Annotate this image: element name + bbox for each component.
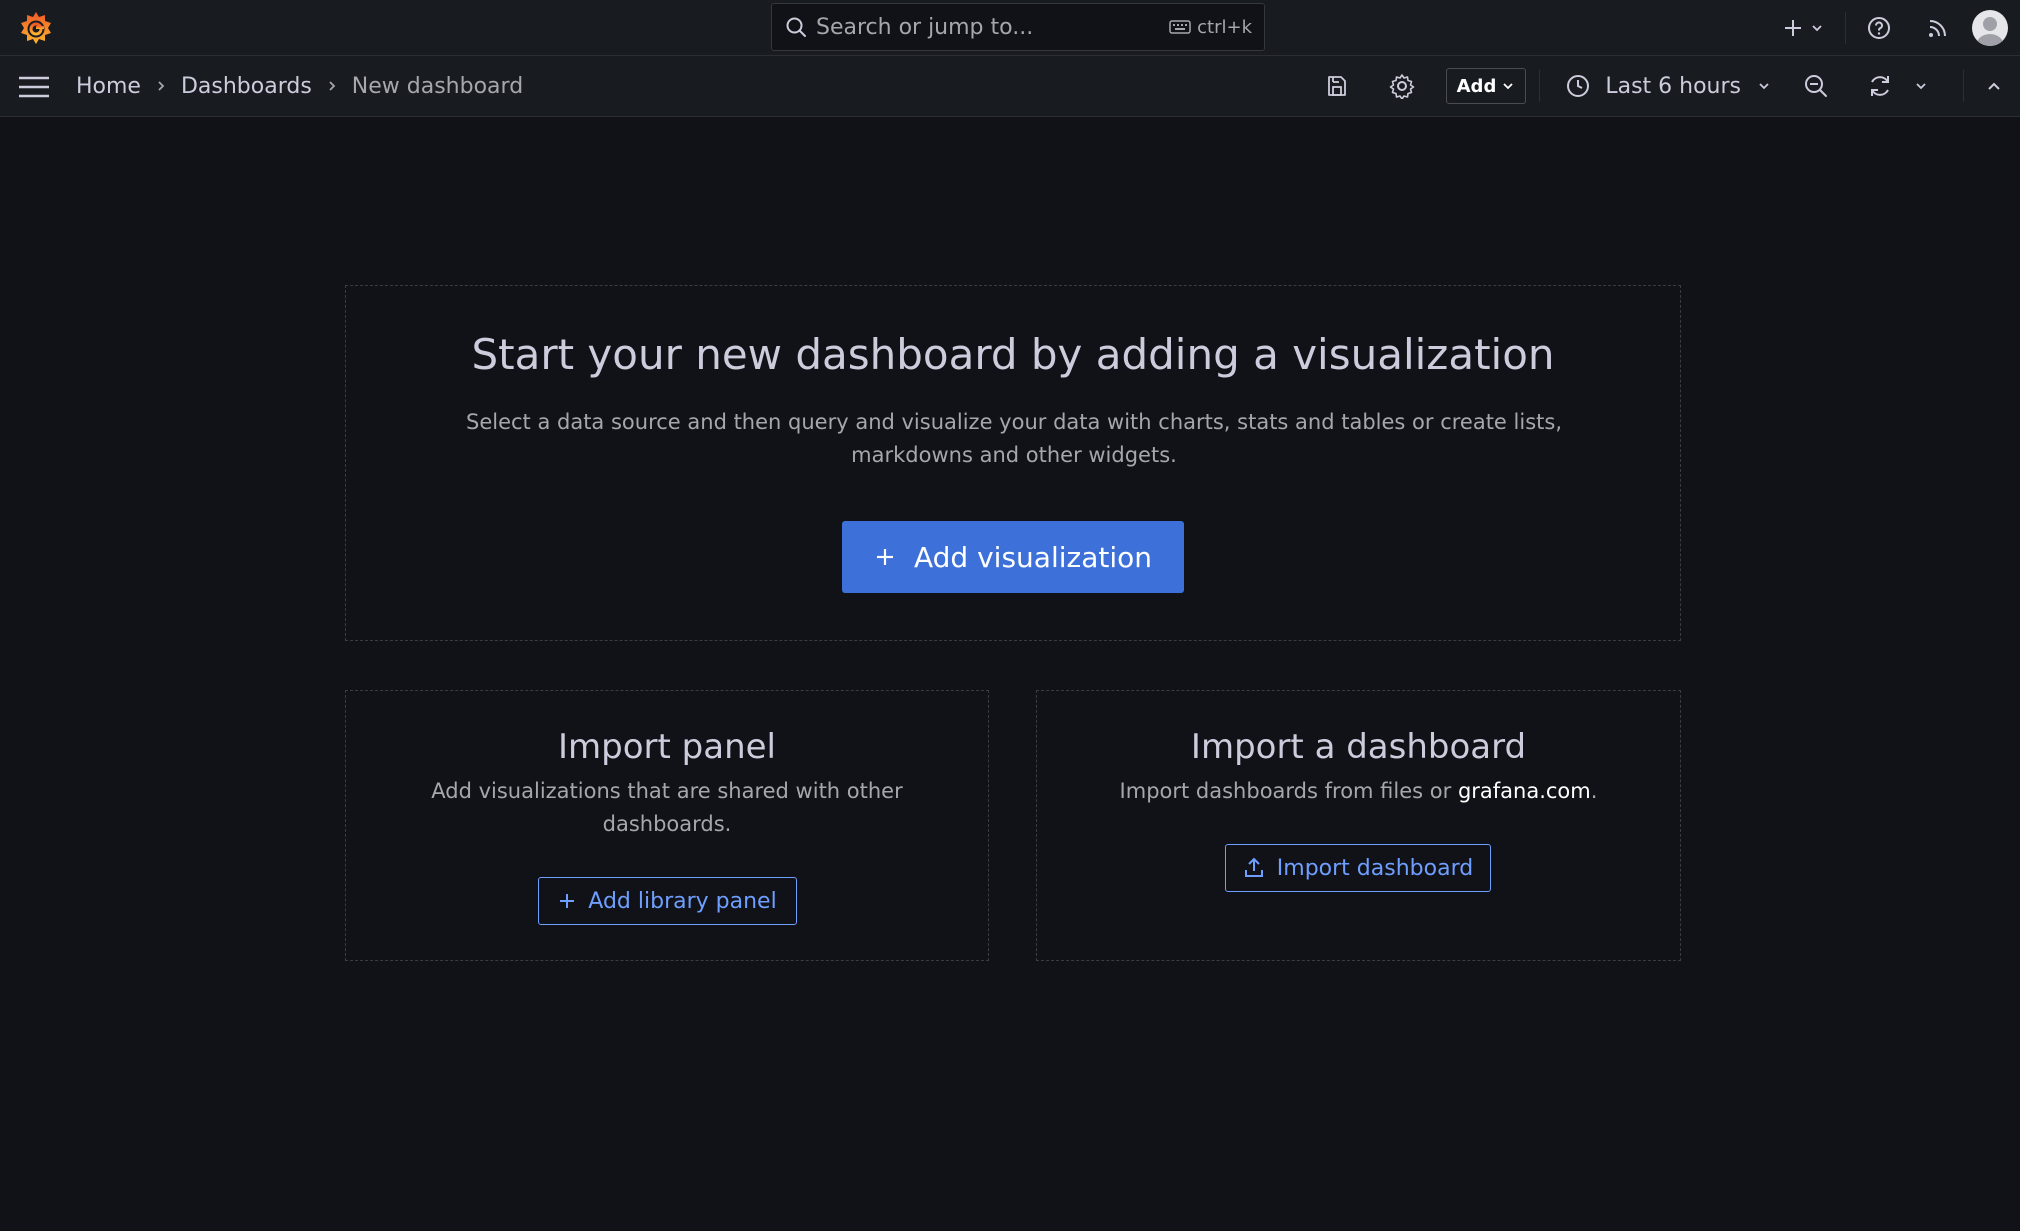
news-button[interactable] (1912, 8, 1964, 48)
import-panel-description: Add visualizations that are shared with … (431, 779, 903, 836)
breadcrumb-current: New dashboard (351, 73, 524, 99)
chevron-down-icon (1916, 83, 1926, 90)
time-range-label: Last 6 hours (1605, 73, 1741, 99)
top-bar: Search or jump to... ctrl+k (0, 0, 2020, 56)
top-bar-actions (1775, 0, 2020, 56)
search-input[interactable]: Search or jump to... ctrl+k (771, 3, 1265, 51)
save-dashboard-button[interactable] (1317, 66, 1357, 106)
empty-state-title: Start your new dashboard by adding a vis… (471, 330, 1555, 379)
add-library-panel-button[interactable]: Add library panel (538, 877, 797, 925)
add-library-panel-label: Add library panel (588, 888, 777, 914)
search-placeholder: Search or jump to... (816, 14, 1034, 40)
refresh-button[interactable] (1860, 66, 1900, 106)
clock-icon (1567, 75, 1590, 97)
empty-state-description: Select a data source and then query and … (466, 410, 1562, 467)
divider (1539, 70, 1541, 102)
chevron-down-icon (1759, 83, 1769, 90)
new-menu-button[interactable] (1775, 8, 1831, 48)
save-icon (1327, 76, 1346, 96)
grafana-com-link[interactable]: grafana.com (1458, 779, 1591, 803)
import-dashboard-label: Import dashboard (1276, 855, 1474, 881)
gear-icon (1389, 74, 1414, 99)
chevron-right-icon (155, 79, 167, 93)
import-dashboard-title: Import a dashboard (1190, 727, 1527, 767)
zoom-out-icon (1805, 75, 1827, 97)
dashboard-toolbar: Add Last 6 hours (1317, 56, 2020, 116)
shortcut-text: ctrl+k (1197, 16, 1252, 38)
plus-icon (877, 549, 893, 565)
dashboard-settings-button[interactable] (1382, 66, 1422, 106)
breadcrumb-dashboards[interactable]: Dashboards (181, 74, 312, 99)
help-icon (1868, 17, 1890, 39)
chevron-down-icon (1503, 83, 1513, 90)
hamburger-icon (19, 76, 49, 98)
search-icon (784, 15, 808, 39)
breadcrumb: Home Dashboards New dashboard (76, 56, 523, 116)
add-button-label: Add (1456, 75, 1497, 97)
menu-toggle-button[interactable] (16, 69, 52, 105)
import-dashboard-description: Import dashboards from files or grafana.… (1117, 775, 1600, 808)
import-dashboard-text: Import dashboards from files or (1119, 779, 1458, 803)
keyboard-icon (1169, 20, 1191, 34)
add-visualization-button[interactable]: Add visualization (842, 521, 1184, 593)
collapse-toolbar-button[interactable] (1974, 66, 2014, 106)
refresh-interval-button[interactable] (1906, 66, 1936, 106)
import-dashboard-text-end: . (1590, 779, 1598, 803)
avatar (1972, 10, 2008, 46)
plus-icon (560, 894, 575, 908)
add-menu-button[interactable]: Add (1445, 68, 1527, 104)
add-visualization-label: Add visualization (914, 540, 1152, 574)
keyboard-shortcut-hint: ctrl+k (1169, 17, 1252, 38)
import-panel-card: Import panel Add visualizations that are… (345, 690, 989, 961)
empty-dashboard-card: Start your new dashboard by adding a vis… (345, 285, 1681, 641)
chevron-down-icon (1812, 25, 1822, 32)
import-dashboard-card: Import a dashboard Import dashboards fro… (1036, 690, 1681, 961)
import-dashboard-button[interactable]: Import dashboard (1225, 844, 1491, 892)
chevron-right-icon (326, 79, 338, 93)
help-button[interactable] (1846, 8, 1912, 48)
import-panel-title: Import panel (558, 727, 776, 767)
plus-icon (1785, 20, 1801, 36)
grafana-logo-icon[interactable] (16, 8, 56, 48)
chevron-up-icon (1988, 82, 2000, 90)
time-range-picker[interactable]: Last 6 hours (1555, 66, 1781, 106)
refresh-icon (1871, 76, 1889, 96)
divider (1963, 70, 1964, 102)
upload-icon (1244, 857, 1263, 877)
zoom-out-button[interactable] (1796, 66, 1836, 106)
profile-button[interactable] (1964, 8, 2020, 48)
breadcrumb-home[interactable]: Home (76, 74, 141, 99)
dashboard-nav-bar: Home Dashboards New dashboard Add Last 6… (0, 56, 2020, 117)
rss-icon (1929, 20, 1946, 37)
